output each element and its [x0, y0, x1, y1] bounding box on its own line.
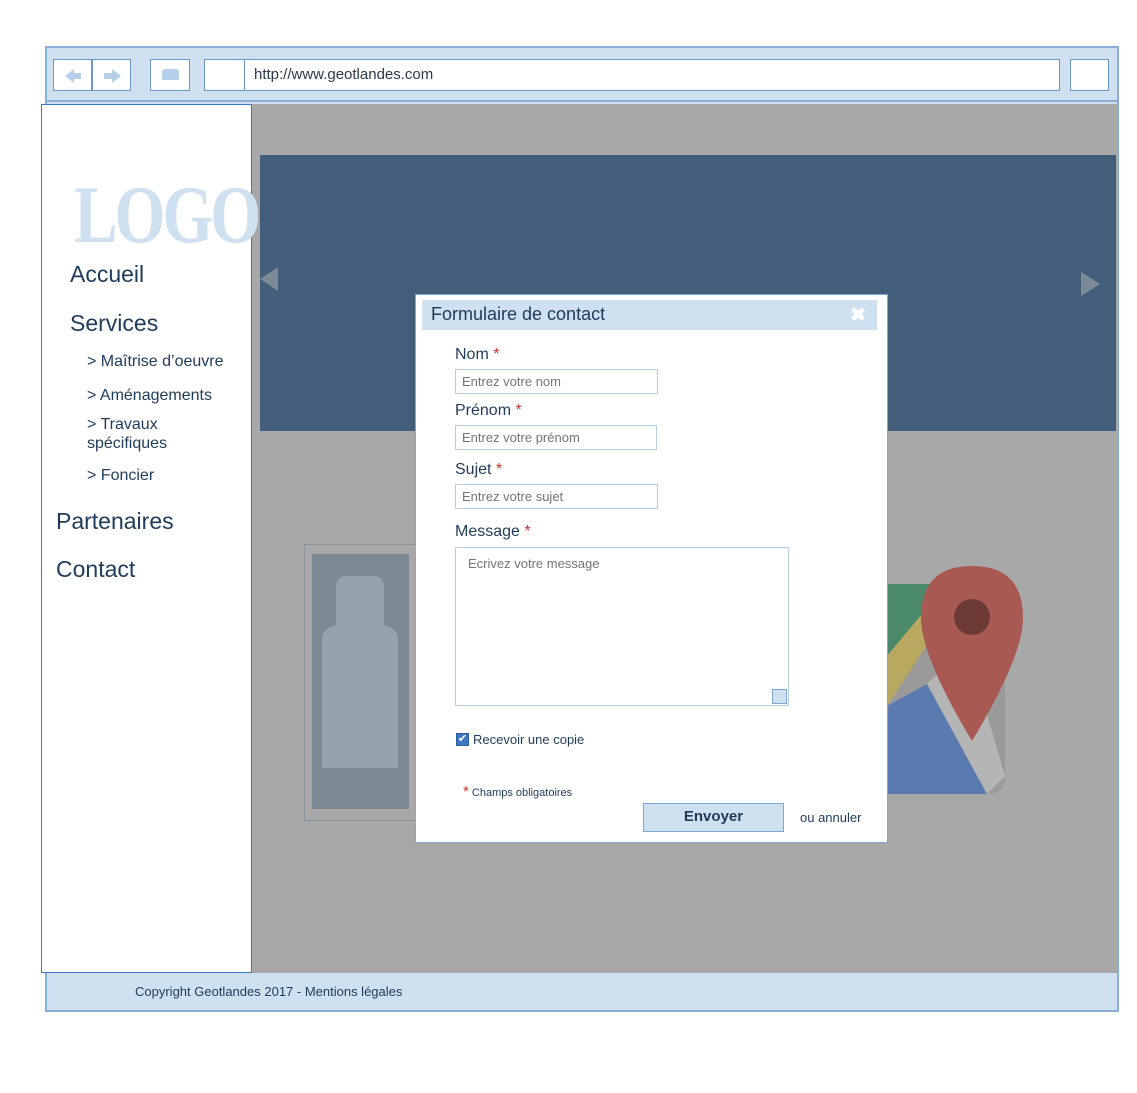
person-placeholder-image [312, 554, 409, 809]
message-label-text: Message [455, 523, 520, 540]
required-mark: * [524, 523, 531, 540]
url-bar[interactable]: http://www.geotlandes.com [244, 59, 1060, 91]
required-mark: * [495, 461, 503, 478]
copyright-text[interactable]: Copyright Geotlandes 2017 - Mentions lég… [135, 984, 402, 999]
sujet-label: Sujet * [455, 461, 502, 479]
sujet-label-text: Sujet [455, 461, 492, 478]
arrow-left-icon-stem [73, 73, 81, 79]
site-logo[interactable]: LOGO [74, 168, 261, 262]
message-textarea[interactable] [455, 547, 789, 706]
menu-button[interactable] [1070, 59, 1109, 91]
required-note-text: Champs obligatoires [471, 787, 573, 799]
home-button[interactable] [150, 59, 190, 91]
nom-input[interactable] [455, 369, 658, 394]
required-mark: * [515, 402, 522, 419]
nav-subitem-maitrise[interactable]: > Maîtrise d’oeuvre [87, 352, 224, 371]
resize-handle-icon[interactable] [772, 689, 787, 704]
nav-subitem-foncier[interactable]: > Foncier [87, 466, 154, 485]
bookmark-button[interactable] [204, 59, 245, 91]
forward-button[interactable] [92, 59, 131, 91]
nav-item-contact[interactable]: Contact [56, 556, 135, 583]
close-icon[interactable]: ✖ [850, 304, 866, 327]
prenom-label-text: Prénom [455, 402, 512, 419]
home-icon [162, 69, 179, 80]
nom-label: Nom * [455, 346, 499, 364]
modal-title: Formulaire de contact [431, 304, 606, 324]
nav-item-services[interactable]: Services [70, 310, 158, 337]
nav-item-partenaires[interactable]: Partenaires [56, 508, 174, 535]
map-pin-icon [887, 566, 1027, 796]
nav-subitem-travaux[interactable]: > Travaux spécifiques [87, 415, 197, 453]
carousel-prev-icon[interactable] [260, 267, 278, 291]
sujet-input[interactable] [455, 484, 658, 509]
cancel-link[interactable]: ou annuler [800, 810, 861, 825]
arrow-right-icon-stem [104, 73, 112, 79]
person-silhouette-icon [322, 576, 398, 768]
required-mark: * [493, 346, 500, 363]
message-label: Message * [455, 523, 531, 541]
required-fields-note: * Champs obligatoires [463, 783, 572, 800]
prenom-label: Prénom * [455, 402, 522, 420]
prenom-input[interactable] [455, 425, 657, 450]
copy-checkbox[interactable]: ✔ [456, 733, 469, 746]
required-mark: * [463, 783, 469, 800]
arrow-right-icon [112, 69, 121, 83]
copy-checkbox-label[interactable]: Recevoir une copie [473, 732, 584, 747]
nav-item-accueil[interactable]: Accueil [70, 261, 144, 288]
send-button[interactable]: Envoyer [643, 803, 784, 832]
carousel-next-icon[interactable] [1081, 272, 1100, 296]
nav-subitem-amenagements[interactable]: > Aménagements [87, 386, 212, 405]
nom-label-text: Nom [455, 346, 489, 363]
back-button[interactable] [53, 59, 92, 91]
